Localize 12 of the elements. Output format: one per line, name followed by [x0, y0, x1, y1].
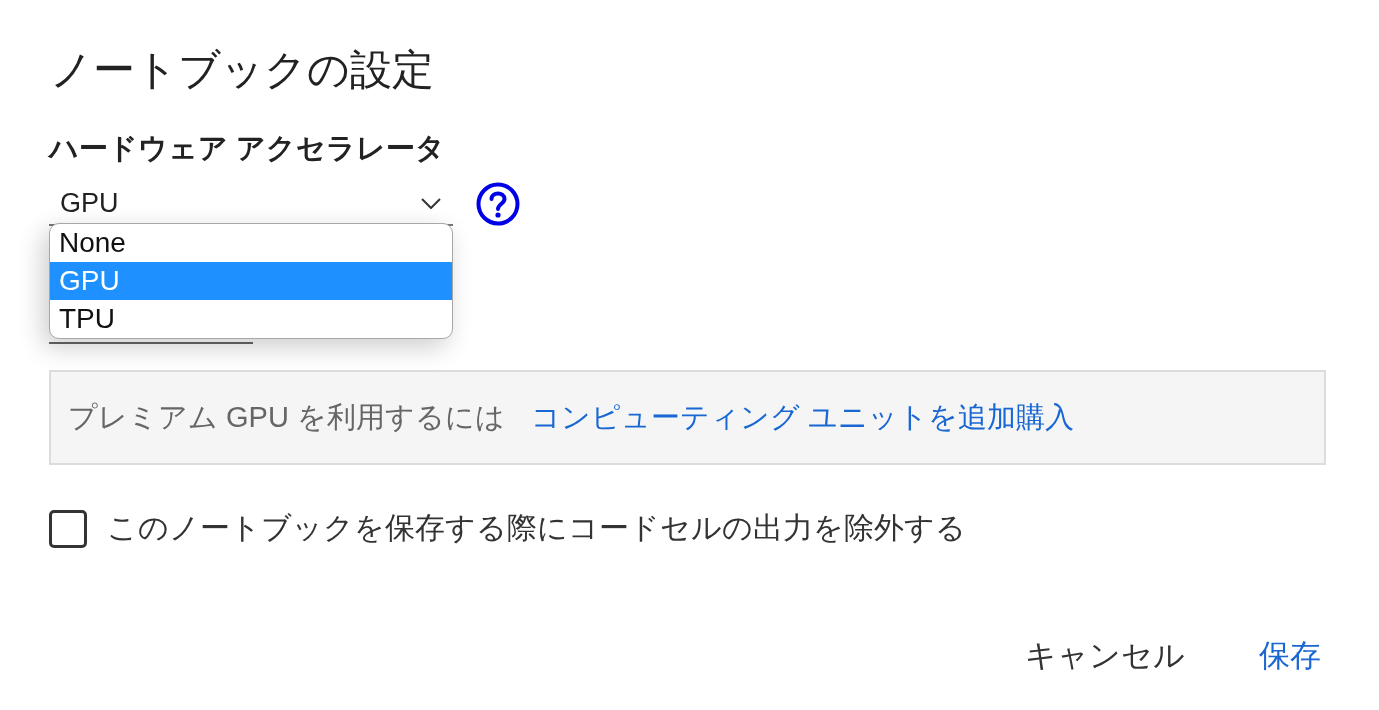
- dialog-title: ノートブックの設定: [49, 45, 434, 95]
- notice-text: プレミアム GPU を利用するには: [68, 399, 505, 435]
- field-label: ハードウェア アクセラレータ: [49, 131, 446, 166]
- cancel-button[interactable]: キャンセル: [1013, 629, 1197, 683]
- dropdown-option[interactable]: TPU: [50, 300, 452, 338]
- chevron-down-icon: [421, 197, 441, 209]
- checkbox-label: このノートブックを保存する際にコードセルの出力を除外する: [107, 510, 966, 546]
- purchase-link[interactable]: コンピューティング ユニットを追加購入: [530, 397, 1075, 438]
- help-icon[interactable]: [476, 182, 520, 226]
- checkbox[interactable]: [49, 509, 87, 548]
- dropdown-option[interactable]: None: [50, 224, 452, 262]
- save-button[interactable]: 保存: [1247, 629, 1333, 683]
